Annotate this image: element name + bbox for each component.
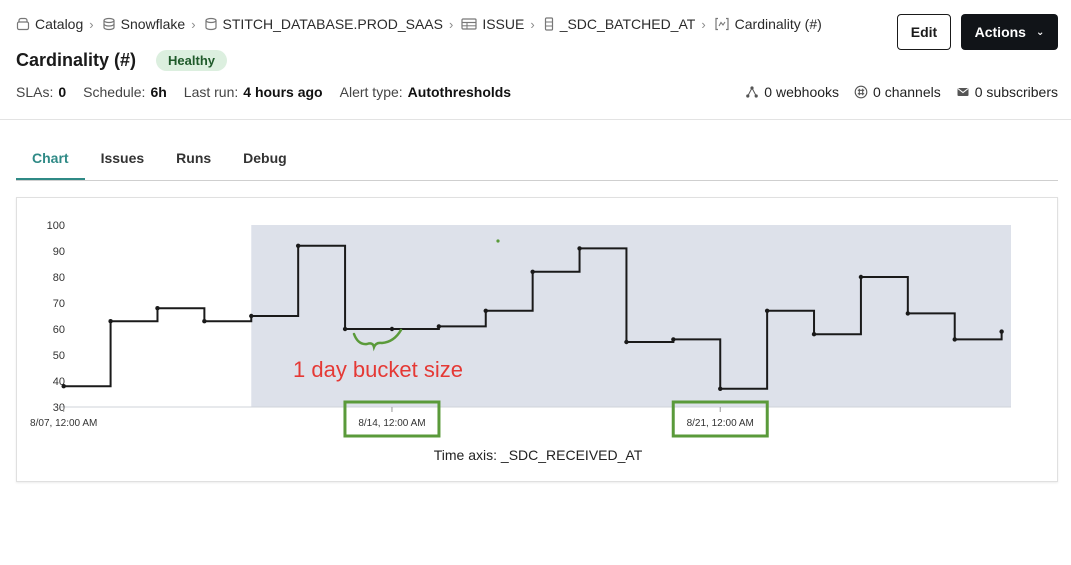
- data-point: [342, 326, 348, 332]
- data-point: [436, 324, 442, 329]
- data-point: [624, 339, 629, 345]
- status-badge: Healthy: [156, 49, 227, 71]
- schedule-meta: Schedule: 6h: [83, 84, 167, 100]
- title-row: Cardinality (#) Healthy: [16, 47, 227, 73]
- schedule-label: Schedule:: [83, 84, 146, 100]
- breadcrumb-item-column[interactable]: _SDC_BATCHED_AT: [543, 16, 696, 32]
- annotation-text: 1 day bucket size: [293, 357, 463, 382]
- data-point: [999, 329, 1004, 334]
- last-run-meta: Last run: 4 hours ago: [184, 84, 323, 100]
- breadcrumb-label: Snowflake: [120, 16, 186, 32]
- breadcrumb-label: ISSUE: [482, 16, 525, 32]
- schedule-value: 6h: [150, 84, 167, 100]
- y-tick-label: 50: [53, 350, 65, 362]
- breadcrumb-item-schema[interactable]: STITCH_DATABASE.PROD_SAAS: [204, 16, 443, 32]
- data-point: [952, 337, 957, 342]
- breadcrumb-label: _SDC_BATCHED_AT: [559, 16, 696, 32]
- last-run-label: Last run:: [183, 84, 239, 100]
- data-point: [577, 246, 582, 251]
- slas-label: SLAs:: [16, 84, 54, 100]
- breadcrumb-item-metric: Cardinality (#): [714, 16, 822, 32]
- annotation-dot: [496, 239, 500, 243]
- breadcrumb-label: STITCH_DATABASE.PROD_SAAS: [222, 16, 443, 32]
- alert-type-meta: Alert type: Autothresholds: [340, 84, 511, 100]
- data-point: [483, 308, 488, 313]
- breadcrumb-label: Cardinality (#): [734, 16, 822, 32]
- metric-icon: [715, 17, 729, 31]
- data-point: [61, 384, 66, 389]
- data-point: [905, 311, 911, 316]
- subscribers-count: 0 subscribers: [974, 84, 1058, 100]
- mail-icon: [957, 88, 969, 96]
- notification-counts: 0 webhooks 0 channels 0 subscribers: [730, 83, 1058, 101]
- breadcrumb-label: Catalog: [35, 16, 84, 32]
- x-tick-label: 8/07, 12:00 AM: [30, 418, 97, 429]
- chevron-down-icon: ⌄: [1035, 26, 1045, 38]
- data-point: [764, 308, 770, 313]
- monitor-meta: SLAs: 0 Schedule: 6h Last run: 4 hours ago …: [16, 83, 528, 101]
- x-tick-label: 8/14, 12:00 AM: [358, 418, 425, 429]
- data-point: [249, 313, 254, 319]
- column-icon: [544, 17, 553, 31]
- data-point: [155, 306, 160, 311]
- data-point: [530, 269, 535, 274]
- actions-label: Actions: [974, 24, 1026, 40]
- slack-icon: [854, 85, 868, 99]
- breadcrumb-item-table[interactable]: ISSUE: [461, 16, 524, 32]
- chart-card: 30 40 50 60 70 80 90 100 8/07, 12:00 AM 8/14, 12:…: [16, 197, 1058, 482]
- breadcrumb-item-catalog[interactable]: Catalog: [16, 16, 83, 32]
- webhooks-link[interactable]: 0 webhooks: [745, 84, 839, 100]
- breadcrumb-item-snowflake[interactable]: Snowflake: [102, 16, 186, 32]
- chevron-right-icon: ›: [530, 16, 535, 32]
- tab-chart[interactable]: Chart: [16, 140, 85, 180]
- subscribers-link[interactable]: 0 subscribers: [956, 84, 1058, 100]
- schema-icon: [204, 17, 217, 31]
- edit-button[interactable]: Edit: [897, 14, 951, 50]
- data-point: [718, 386, 723, 391]
- data-point: [389, 326, 395, 332]
- chevron-right-icon: ›: [701, 16, 706, 32]
- chevron-right-icon: ›: [89, 16, 94, 32]
- channels-link[interactable]: 0 channels: [854, 84, 941, 100]
- y-tick-label: 70: [53, 298, 65, 310]
- webhook-icon: [746, 86, 759, 98]
- y-tick-label: 100: [47, 220, 65, 232]
- y-tick-label: 90: [53, 246, 65, 258]
- chevron-right-icon: ›: [448, 16, 454, 32]
- database-icon: [103, 17, 115, 31]
- x-axis-title: Time axis: _SDC_RECEIVED_AT: [434, 447, 643, 463]
- x-tick-label: 8/21, 12:00 AM: [687, 418, 754, 429]
- y-tick-label: 60: [53, 324, 65, 336]
- table-icon: [461, 18, 477, 30]
- y-tick-label: 80: [53, 272, 65, 284]
- last-run-value: 4 hours ago: [243, 84, 323, 100]
- slas-meta: SLAs: 0: [16, 84, 66, 100]
- page-title: Cardinality (#): [16, 49, 137, 70]
- tab-runs[interactable]: Runs: [160, 140, 227, 180]
- data-point: [295, 243, 301, 248]
- alert-type-value: Autothresholds: [407, 84, 512, 100]
- y-tick-label: 30: [53, 402, 65, 414]
- data-point: [811, 332, 817, 337]
- catalog-icon: [16, 17, 30, 31]
- webhooks-count: 0 webhooks: [764, 84, 840, 100]
- data-point: [858, 274, 864, 280]
- tab-debug[interactable]: Debug: [227, 140, 303, 180]
- tab-bar: Chart Issues Runs Debug: [16, 140, 1058, 181]
- slas-value: 0: [58, 84, 67, 100]
- actions-button[interactable]: Actions ⌄: [961, 14, 1058, 50]
- channels-count: 0 channels: [873, 84, 941, 100]
- tab-issues[interactable]: Issues: [85, 140, 161, 180]
- header-divider: [0, 119, 1071, 120]
- data-point: [671, 337, 676, 342]
- data-point: [202, 319, 207, 324]
- cardinality-chart: 304050607080901008/07, 12:00 AM 8/14, 12:…: [30, 220, 1011, 463]
- chevron-right-icon: ›: [191, 16, 196, 32]
- breadcrumb: Catalog › Snowflake › STITCH_DATABASE.PR…: [16, 14, 822, 34]
- alert-type-label: Alert type:: [339, 84, 403, 100]
- data-point: [108, 319, 113, 324]
